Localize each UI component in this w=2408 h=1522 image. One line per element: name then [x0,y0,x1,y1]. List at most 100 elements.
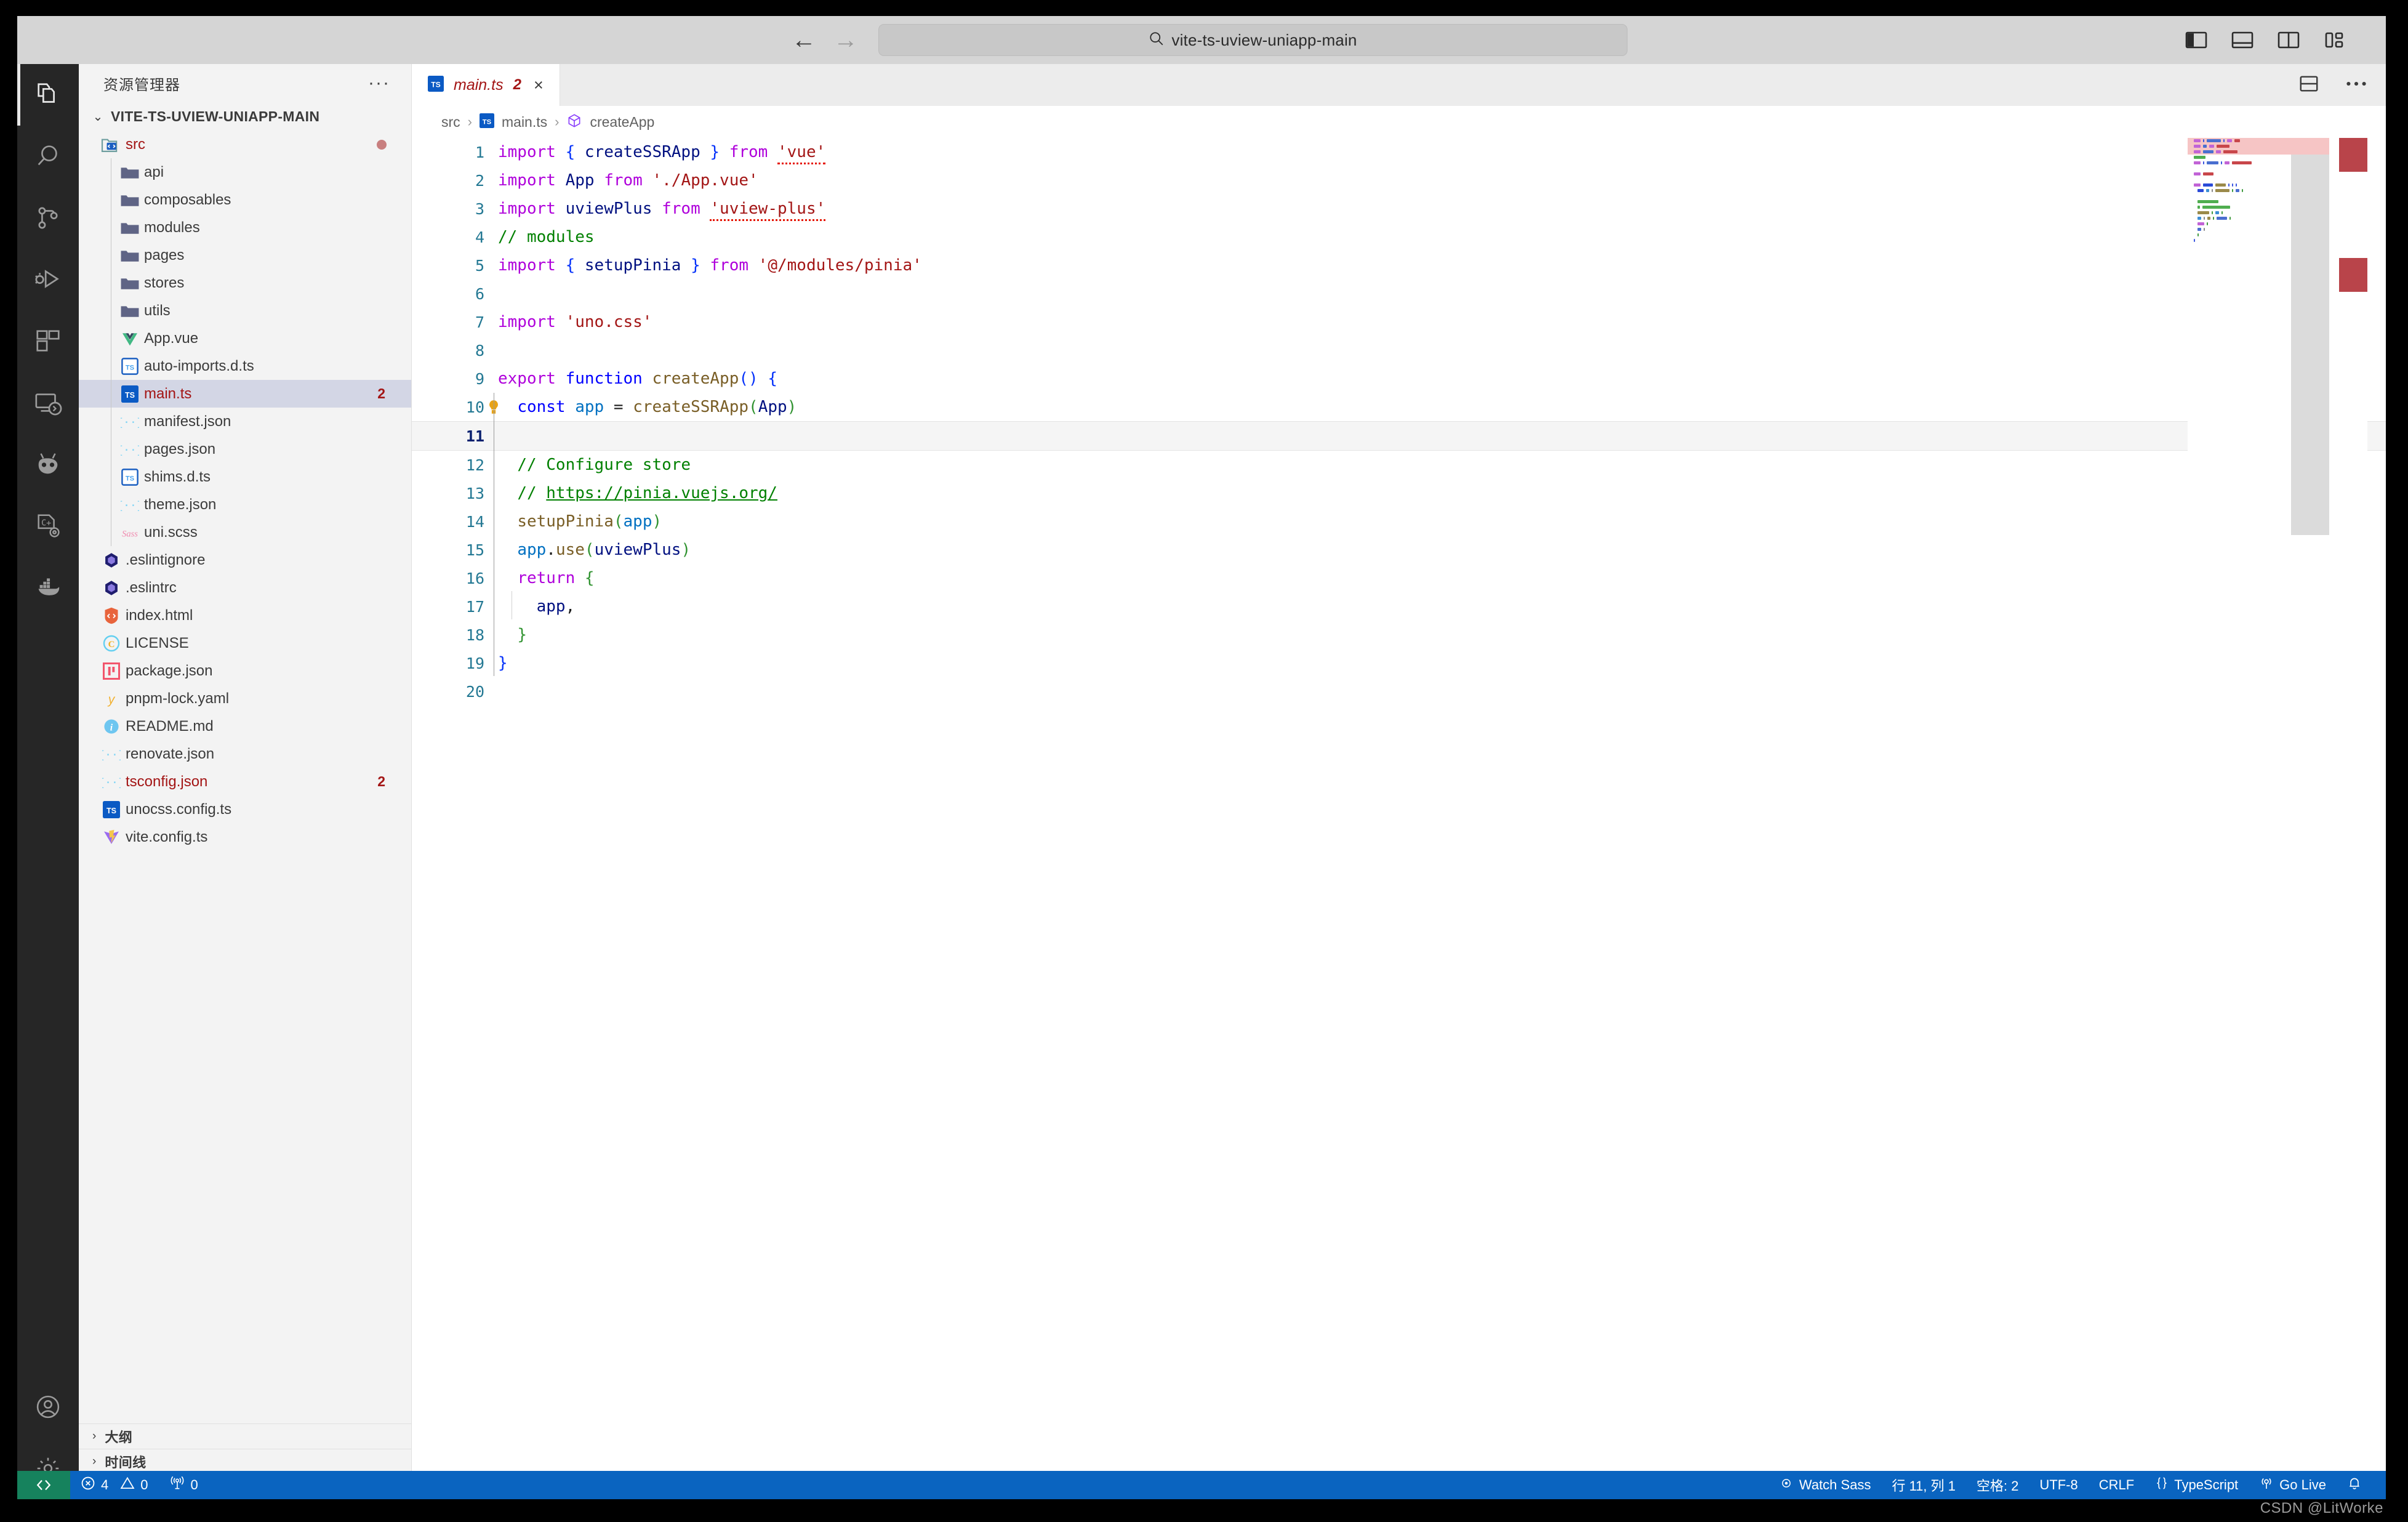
tree-item-src[interactable]: src [79,131,411,158]
editor-tab-main-ts[interactable]: TS main.ts 2 × [412,64,560,106]
tree-item-main-ts[interactable]: TS main.ts 2 [79,380,411,408]
code-line[interactable]: 14 setupPinia(app) [412,507,2386,536]
code-line[interactable]: 5 import { setupPinia } from '@/modules/p… [412,251,2386,280]
tree-item-auto-imports-d-ts[interactable]: TS auto-imports.d.ts [79,352,411,380]
minimap[interactable] [2188,138,2329,1499]
tree-item-readme-md[interactable]: i README.md [79,712,411,740]
status-encoding[interactable]: UTF-8 [2029,1471,2088,1499]
breadcrumb-item-src[interactable]: src [441,114,460,131]
tree-item-app-vue[interactable]: App.vue [79,324,411,352]
activity-run-debug[interactable] [17,249,79,310]
activity-search[interactable] [17,126,79,187]
status-indentation[interactable]: 空格: 2 [1966,1471,2029,1499]
code-line[interactable]: 18 } [412,621,2386,649]
minimap-line [2188,143,2329,149]
activity-remote-explorer[interactable] [17,372,79,433]
status-ports[interactable]: 0 [159,1471,209,1499]
line-number: 11 [465,427,484,445]
status-language-mode[interactable]: TypeScript [2145,1471,2249,1499]
forward-arrow-icon[interactable]: → [832,26,860,54]
overview-ruler[interactable] [2329,138,2367,1499]
minimap-token [2203,228,2205,231]
activity-explorer[interactable] [17,64,79,126]
editor-more-actions-button[interactable] [2345,79,2367,91]
toggle-secondary-sidebar-button[interactable] [2276,27,2302,53]
sidebar-more-actions-button[interactable]: ··· [368,74,390,92]
minimap-token [2215,211,2219,214]
toggle-panel-button[interactable] [2229,27,2255,53]
outline-panel[interactable]: › 大纲 [79,1423,411,1449]
code-line[interactable]: 6 [412,280,2386,308]
code-line[interactable]: 13 // https://pinia.vuejs.org/ [412,479,2386,507]
json-icon: {··} [116,409,144,434]
back-arrow-icon[interactable]: ← [790,26,818,54]
activity-source-control[interactable] [17,187,79,249]
tree-item-unocss-config-ts[interactable]: TS unocss.config.ts [79,795,411,823]
tree-item-pages-json[interactable]: {··} pages.json [79,435,411,463]
code-line[interactable]: 1 import { createSSRApp } from 'vue' [412,138,2386,166]
workspace-root-row[interactable]: ⌄ VITE-TS-UVIEW-UNIAPP-MAIN [79,102,411,131]
tree-item-uni-scss[interactable]: Sass uni.scss [79,518,411,546]
code-line[interactable]: 3 import uviewPlus from 'uview-plus' [412,195,2386,223]
toggle-primary-sidebar-button[interactable] [2183,27,2209,53]
split-editor-down-button[interactable] [2298,74,2319,97]
tree-item-label: main.ts [144,385,192,402]
overview-ruler-error-mark[interactable] [2339,138,2367,172]
timeline-panel[interactable]: › 时间线 [79,1449,411,1474]
tree-item-theme-json[interactable]: {··} theme.json [79,491,411,518]
command-center[interactable]: vite-ts-uview-uniapp-main [878,24,1627,56]
overview-ruler-error-mark[interactable] [2339,258,2367,292]
status-notifications[interactable] [2337,1471,2372,1499]
code-line[interactable]: 10 const app = createSSRApp(App) [412,393,2386,421]
status-cursor-position-label: 行 11, 列 1 [1892,1478,1956,1494]
tree-item-renovate-json[interactable]: {··} renovate.json [79,740,411,768]
code-line[interactable]: 15 app.use(uviewPlus) [412,536,2386,564]
code-line[interactable]: 4 // modules [412,223,2386,251]
tree-item-stores[interactable]: stores [79,269,411,297]
tree-item-utils[interactable]: utils [79,297,411,324]
customize-layout-button[interactable] [2322,27,2348,53]
status-watch-sass[interactable]: Watch Sass [1768,1471,1882,1499]
breadcrumb-item-createapp[interactable]: createApp [590,114,654,131]
status-problems[interactable]: 4 0 [70,1471,159,1499]
code-editor[interactable]: 1 import { createSSRApp } from 'vue' 2 impo… [412,138,2386,1499]
tree-item-shims-d-ts[interactable]: TS shims.d.ts [79,463,411,491]
breadcrumb-item-main-ts[interactable]: main.ts [502,114,547,131]
code-line[interactable]: 7 import 'uno.css' [412,308,2386,336]
activity-bar: C+ [17,64,79,1499]
code-line-text: import { setupPinia } from '@/modules/pi… [498,256,922,275]
tree-item-modules[interactable]: modules [79,214,411,241]
code-line[interactable]: 17 app, [412,592,2386,621]
code-line[interactable]: 8 [412,336,2386,364]
code-line[interactable]: 19} [412,649,2386,677]
tree-item-package-json[interactable]: package.json [79,657,411,685]
tree-item--eslintignore[interactable]: .eslintignore [79,546,411,574]
tree-item-tsconfig-json[interactable]: {··} tsconfig.json 2 [79,768,411,795]
tree-item-license[interactable]: C LICENSE [79,629,411,657]
code-line[interactable]: 9 export function createApp() { [412,364,2386,393]
close-icon[interactable]: × [534,76,544,95]
activity-accounts[interactable] [17,1376,79,1438]
workspace-root-label: VITE-TS-UVIEW-UNIAPP-MAIN [111,108,320,124]
status-remote-window-button[interactable] [17,1471,70,1499]
tree-item-index-html[interactable]: index.html [79,602,411,629]
status-go-live[interactable]: Go Live [2249,1471,2337,1499]
activity-docker[interactable] [17,557,79,618]
code-line[interactable]: 11 [412,421,2386,451]
status-eol[interactable]: CRLF [2089,1471,2145,1499]
status-cursor-position[interactable]: 行 11, 列 1 [1881,1471,1966,1499]
tree-item--eslintrc[interactable]: .eslintrc [79,574,411,602]
activity-cpp-config[interactable]: C+ [17,495,79,557]
activity-extensions[interactable] [17,310,79,372]
code-line[interactable]: 12 // Configure store [412,451,2386,479]
tree-item-vite-config-ts[interactable]: vite.config.ts [79,823,411,851]
tree-item-api[interactable]: api [79,158,411,186]
code-line[interactable]: 16 return { [412,564,2386,592]
tree-item-pages[interactable]: pages [79,241,411,269]
tree-item-pnpm-lock-yaml[interactable]: y pnpm-lock.yaml [79,685,411,712]
activity-platformio[interactable] [17,433,79,495]
code-line[interactable]: 20 [412,677,2386,706]
tree-item-composables[interactable]: composables [79,186,411,214]
code-line[interactable]: 2 import App from './App.vue' [412,166,2386,195]
tree-item-manifest-json[interactable]: {··} manifest.json [79,408,411,435]
